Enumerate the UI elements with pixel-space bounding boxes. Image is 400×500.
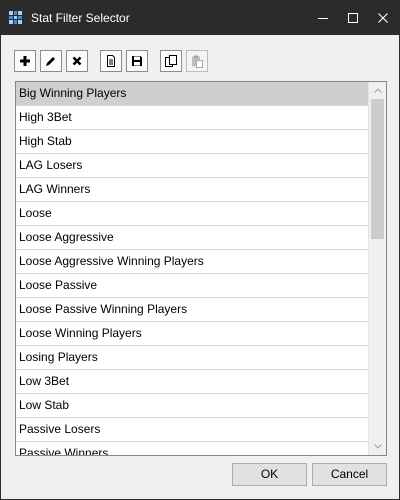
filter-list-items: Big Winning Players High 3Bet High Stab LAG… — [16, 82, 368, 455]
chevron-up-icon — [374, 88, 382, 93]
list-item[interactable]: High 3Bet — [16, 106, 368, 130]
list-item[interactable]: Passive Winners — [16, 442, 368, 455]
stat-filter-selector-dialog: Stat Filter Selector Big Winning Players… — [0, 0, 400, 500]
list-item[interactable]: Loose Passive Winning Players — [16, 298, 368, 322]
maximize-button[interactable] — [338, 1, 368, 35]
vertical-scrollbar[interactable] — [368, 82, 386, 455]
ok-button[interactable]: OK — [232, 463, 307, 486]
list-item[interactable]: Loose Aggressive — [16, 226, 368, 250]
list-item[interactable]: Low 3Bet — [16, 370, 368, 394]
pencil-icon — [46, 57, 55, 66]
title-bar[interactable]: Stat Filter Selector — [1, 1, 399, 35]
floppy-disk-icon — [132, 56, 142, 66]
list-item[interactable]: LAG Winners — [16, 178, 368, 202]
list-item[interactable]: Loose Winning Players — [16, 322, 368, 346]
list-item[interactable]: Low Stab — [16, 394, 368, 418]
plus-icon — [20, 56, 30, 66]
x-icon — [72, 56, 82, 66]
list-item[interactable]: Loose Passive — [16, 274, 368, 298]
list-item[interactable]: LAG Losers — [16, 154, 368, 178]
list-item[interactable]: High Stab — [16, 130, 368, 154]
list-item[interactable]: Big Winning Players — [16, 82, 368, 106]
edit-filter-button[interactable] — [40, 50, 62, 72]
chevron-down-icon — [374, 444, 382, 449]
grid-app-icon — [9, 11, 22, 24]
list-item[interactable]: Loose Aggressive Winning Players — [16, 250, 368, 274]
list-item[interactable]: Passive Losers — [16, 418, 368, 442]
minimize-icon — [318, 18, 328, 19]
scroll-thumb[interactable] — [371, 99, 384, 239]
scroll-down-button[interactable] — [369, 438, 386, 455]
add-filter-button[interactable] — [14, 50, 36, 72]
paste-button[interactable] — [186, 50, 208, 72]
paste-icon — [192, 55, 203, 68]
copy-button[interactable] — [160, 50, 182, 72]
list-item[interactable]: Loose — [16, 202, 368, 226]
document-icon — [107, 55, 115, 67]
maximize-icon — [348, 13, 358, 23]
window-title: Stat Filter Selector — [31, 11, 130, 25]
copy-icon — [165, 55, 177, 67]
cancel-button[interactable]: Cancel — [312, 463, 387, 486]
scroll-up-button[interactable] — [369, 82, 386, 99]
close-icon — [378, 13, 388, 23]
delete-filter-button[interactable] — [66, 50, 88, 72]
new-document-button[interactable] — [100, 50, 122, 72]
filter-list[interactable]: Big Winning Players High 3Bet High Stab LAG… — [15, 81, 387, 456]
minimize-button[interactable] — [308, 1, 338, 35]
list-item[interactable]: Losing Players — [16, 346, 368, 370]
save-button[interactable] — [126, 50, 148, 72]
close-button[interactable] — [368, 1, 398, 35]
